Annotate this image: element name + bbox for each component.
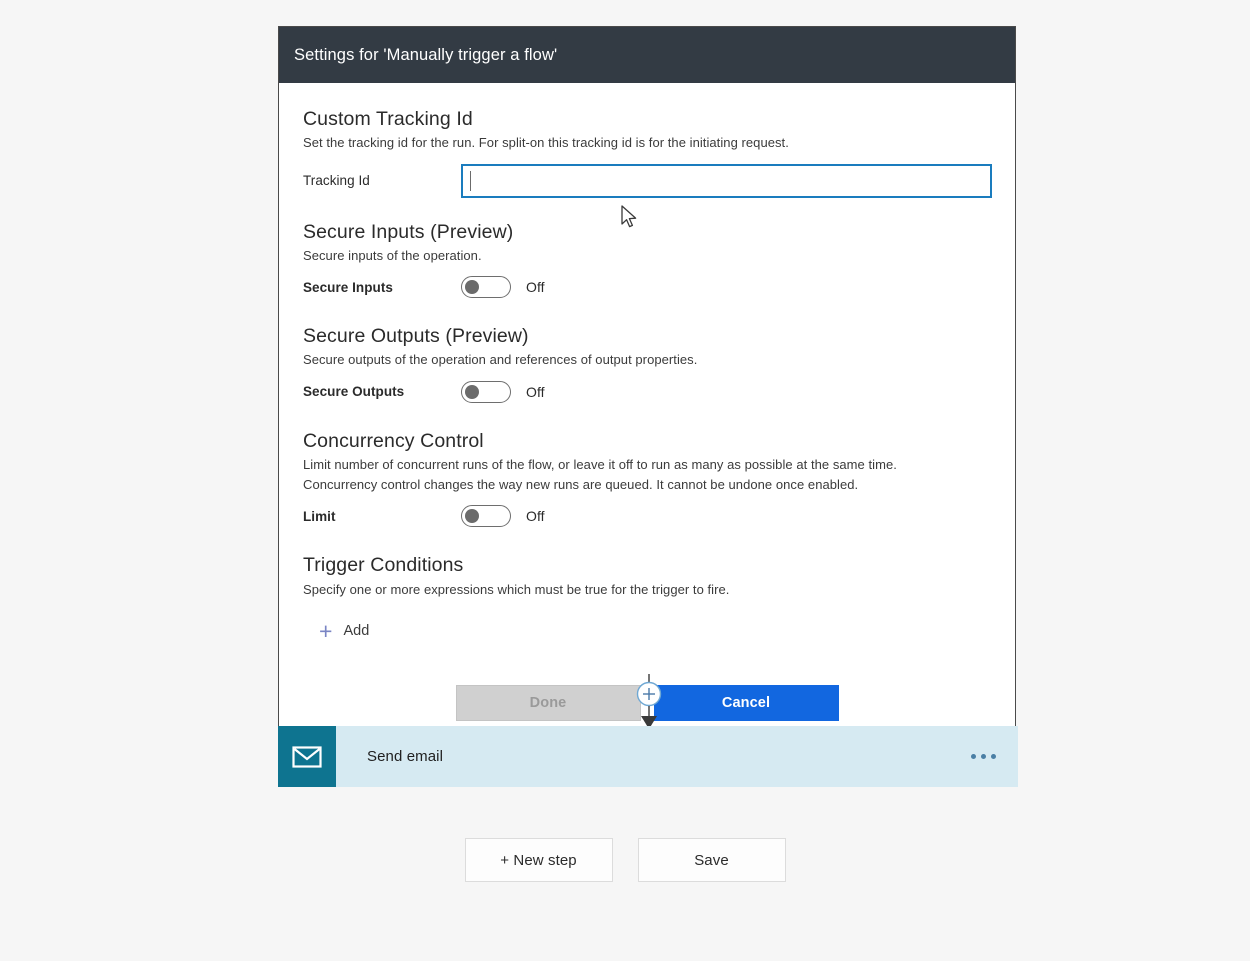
section-heading: Secure Outputs (Preview) [303, 325, 529, 348]
action-card-title: Send email [367, 748, 444, 765]
plus-icon: + [319, 617, 333, 644]
action-card-send-email[interactable]: Send email [278, 726, 1018, 787]
action-card-ellipsis-icon[interactable] [971, 754, 996, 759]
ellipsis-dot [991, 754, 996, 759]
tracking-id-input[interactable] [461, 163, 992, 198]
bottom-action-bar: + New step Save [0, 838, 1250, 882]
panel-title: Settings for 'Manually trigger a flow' [294, 45, 558, 64]
toggle-knob [465, 384, 479, 399]
add-step-connector[interactable] [626, 674, 672, 730]
limit-state: Off [526, 508, 545, 525]
tracking-id-label: Tracking Id [303, 173, 370, 189]
secure-outputs-label: Secure Outputs [303, 384, 405, 400]
add-label: Add [343, 623, 370, 640]
save-button[interactable]: Save [637, 838, 786, 882]
tracking-id-row: Tracking Id [303, 163, 992, 198]
settings-panel: Settings for 'Manually trigger a flow' C… [278, 26, 1016, 750]
section-custom-tracking-id: Custom Tracking Id Set the tracking id f… [303, 107, 992, 198]
secure-inputs-row: Secure Inputs Off [303, 272, 991, 302]
add-step-plus-circle-icon[interactable] [626, 674, 672, 730]
secure-inputs-toggle[interactable] [461, 276, 511, 299]
section-heading: Concurrency Control [303, 429, 484, 452]
section-heading: Trigger Conditions [303, 554, 464, 577]
limit-toggle[interactable] [461, 505, 511, 528]
section-description: Set the tracking id for the run. For spl… [303, 135, 789, 151]
envelope-icon [278, 726, 336, 787]
section-secure-inputs: Secure Inputs (Preview) Secure inputs of… [303, 220, 991, 303]
limit-row: Limit Off [303, 501, 991, 531]
toggle-knob [465, 280, 479, 295]
tracking-id-input-wrap [461, 163, 992, 198]
panel-header: Settings for 'Manually trigger a flow' [279, 27, 1015, 83]
limit-label: Limit [303, 508, 336, 524]
secure-outputs-toggle[interactable] [461, 380, 511, 403]
section-description-2: Concurrency control changes the way new … [303, 477, 859, 493]
secure-inputs-state: Off [526, 279, 545, 296]
section-description: Secure outputs of the operation and refe… [303, 352, 698, 368]
toggle-knob [465, 509, 479, 524]
section-heading: Custom Tracking Id [303, 108, 473, 130]
section-secure-outputs: Secure Outputs (Preview) Secure outputs … [303, 324, 991, 407]
done-button[interactable]: Done [455, 684, 641, 721]
section-description: Secure inputs of the operation. [303, 247, 482, 263]
text-caret [470, 170, 471, 191]
section-concurrency-control: Concurrency Control Limit number of conc… [303, 429, 991, 532]
panel-body: Custom Tracking Id Set the tracking id f… [279, 83, 1015, 749]
ellipsis-dot [971, 754, 976, 759]
section-heading: Secure Inputs (Preview) [303, 220, 514, 243]
add-trigger-condition-button[interactable]: + Add [303, 617, 370, 644]
secure-outputs-row: Secure Outputs Off [303, 377, 991, 407]
secure-inputs-label: Secure Inputs [303, 279, 393, 295]
new-step-button[interactable]: + New step [464, 838, 613, 882]
section-description: Specify one or more expressions which mu… [303, 581, 730, 597]
secure-outputs-state: Off [526, 383, 545, 400]
section-description: Limit number of concurrent runs of the f… [303, 456, 897, 472]
cancel-button[interactable]: Cancel [653, 684, 839, 721]
ellipsis-dot [981, 754, 986, 759]
section-trigger-conditions: Trigger Conditions Specify one or more e… [303, 553, 991, 643]
